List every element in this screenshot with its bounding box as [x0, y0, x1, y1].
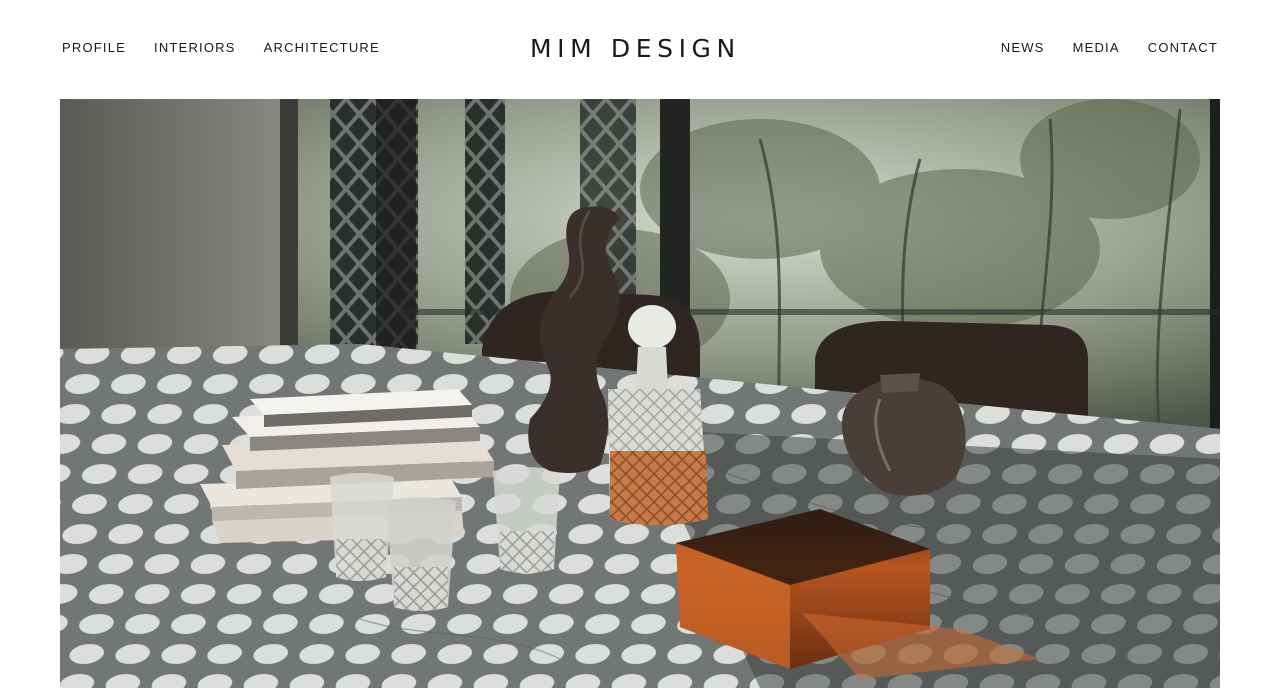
nav-link-news[interactable]: NEWS: [1001, 40, 1045, 55]
primary-nav-left: PROFILE INTERIORS ARCHITECTURE: [62, 40, 380, 55]
primary-nav-right: NEWS MEDIA CONTACT: [1001, 40, 1218, 55]
hero-image: [60, 99, 1220, 688]
hero-photo-interior-still-life: [60, 99, 1220, 688]
nav-link-contact[interactable]: CONTACT: [1148, 40, 1218, 55]
site-logo[interactable]: MIM DESIGN: [530, 33, 752, 65]
site-header: PROFILE INTERIORS ARCHITECTURE MIM DESIG…: [0, 0, 1280, 99]
nav-link-profile[interactable]: PROFILE: [62, 40, 126, 55]
nav-link-architecture[interactable]: ARCHITECTURE: [264, 40, 380, 55]
nav-link-interiors[interactable]: INTERIORS: [154, 40, 236, 55]
nav-link-media[interactable]: MEDIA: [1073, 40, 1120, 55]
